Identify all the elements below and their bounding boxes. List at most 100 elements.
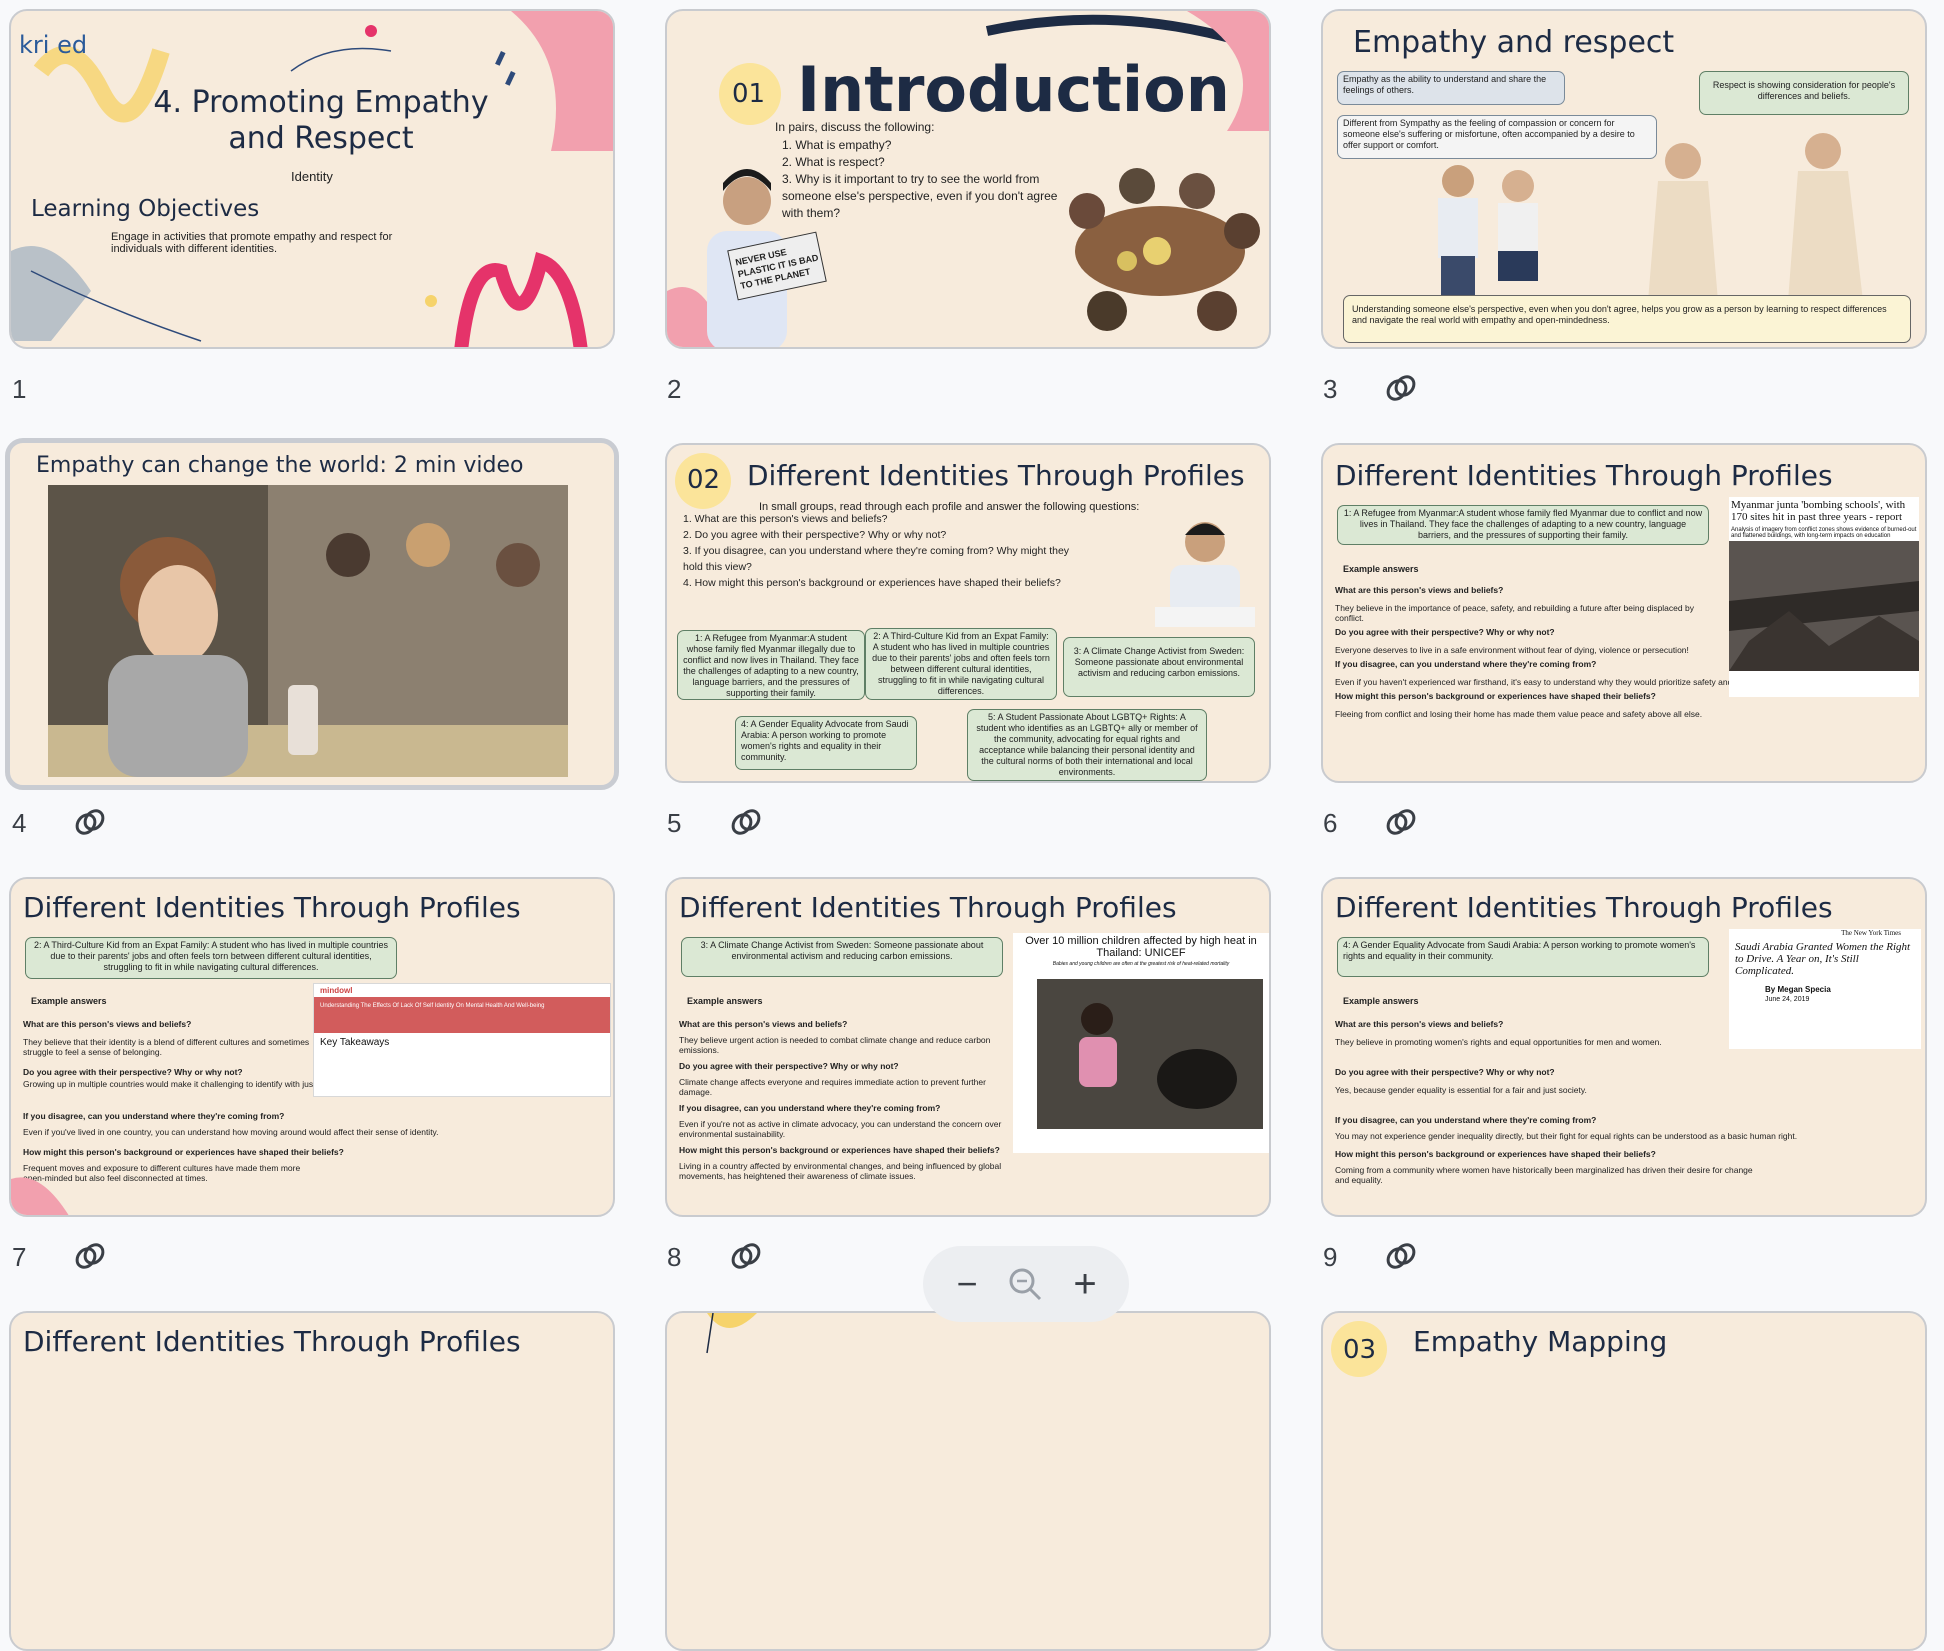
example-label: Example answers (687, 996, 763, 1006)
slide-heading: Learning Objectives (31, 196, 260, 222)
profile-card-4: 4: A Gender Equality Advocate from Saudi… (735, 716, 917, 770)
question: If you disagree, can you understand wher… (1335, 1115, 1597, 1125)
slide-title: Different Identities Through Profiles (679, 891, 1177, 924)
article-subtitle: Analysis of imagery from conflict zones … (1731, 527, 1917, 539)
link-icon[interactable] (729, 1241, 763, 1271)
profile-card: 4: A Gender Equality Advocate from Saudi… (1337, 937, 1709, 977)
decorative-shapes (11, 1177, 69, 1215)
slide-title: Different Identities Through Profiles (1335, 891, 1833, 924)
news-clipping: Myanmar junta 'bombing schools', with 17… (1729, 497, 1919, 697)
profile-card: 1: A Refugee from Myanmar:A student whos… (1337, 505, 1709, 545)
student-writing-image (1155, 522, 1255, 627)
answer: Fleeing from conflict and losing their h… (1335, 709, 1703, 719)
question-answer-list: What are this person's views and beliefs… (679, 1019, 1019, 1181)
profile-card: 3: A Climate Change Activist from Sweden… (681, 937, 1003, 977)
zoom-out-button[interactable]: − (945, 1262, 989, 1306)
slide-number: 3 (1323, 374, 1338, 404)
students-image (1438, 165, 1538, 296)
slide-title: Empathy and respect (1353, 25, 1675, 60)
slide-thumbnail-5[interactable]: 02 Different Identities Through Profiles… (665, 443, 1271, 783)
family-meal-image (1069, 168, 1260, 331)
question: What are this person's views and beliefs… (1335, 585, 1504, 595)
slide-number: 6 (1323, 808, 1338, 838)
question: Do you agree with their perspective? Why… (1335, 1067, 1555, 1077)
article-title: Saudi Arabia Granted Women the Right to … (1735, 941, 1911, 977)
slide-thumbnail-9[interactable]: Different Identities Through Profiles 4:… (1321, 877, 1927, 1217)
slide-number: 8 (667, 1242, 682, 1272)
article-subtitle: Babies and young children are often at t… (1052, 961, 1230, 967)
profile-card-1: 1: A Refugee from Myanmar:A student whos… (677, 630, 865, 700)
question-list: 1. What is empathy? 2. What is respect? … (782, 137, 1082, 222)
article-title: Over 10 million children affected by hig… (1025, 935, 1257, 959)
question: Do you agree with their perspective? Why… (679, 1061, 899, 1071)
question-1: 1. What is empathy? (782, 138, 892, 152)
slide-thumbnail-6[interactable]: Different Identities Through Profiles 1:… (1321, 443, 1927, 783)
question-4: 4. How might this person's background or… (683, 577, 1061, 589)
slide-thumbnail-8[interactable]: Different Identities Through Profiles 3:… (665, 877, 1271, 1217)
slide-number: 7 (12, 1242, 27, 1272)
profile-card-3: 3: A Climate Change Activist from Sweden… (1063, 637, 1255, 697)
slide-title: Empathy can change the world: 2 min vide… (36, 453, 524, 478)
question: If you disagree, can you understand wher… (1335, 659, 1597, 669)
link-icon[interactable] (73, 1241, 107, 1271)
slide-thumbnail-11[interactable] (665, 1311, 1271, 1651)
news-clipping: Over 10 million children affected by hig… (1013, 933, 1269, 1153)
slide-thumbnail-3[interactable]: Empathy and respect Empathy as the abili… (1321, 9, 1927, 349)
slide-thumbnail-7[interactable]: Different Identities Through Profiles 2:… (9, 877, 615, 1217)
bombed-school-image (1729, 541, 1919, 671)
slide-body: Engage in activities that promote empath… (111, 231, 393, 255)
question: What are this person's views and beliefs… (679, 1019, 848, 1029)
example-label: Example answers (1343, 564, 1419, 574)
question: If you disagree, can you understand wher… (679, 1103, 941, 1113)
link-icon[interactable] (729, 807, 763, 837)
child-in-heat-image (1037, 979, 1263, 1129)
slide-intro: In pairs, discuss the following: (775, 120, 935, 134)
question: How might this person's background or ex… (1335, 1149, 1656, 1159)
sympathy-definition-box: Different from Sympathy as the feeling o… (1337, 115, 1657, 159)
question-3: 3. If you disagree, can you understand w… (683, 545, 1070, 573)
answer: They believe urgent action is needed to … (679, 1035, 991, 1055)
link-icon[interactable] (73, 807, 107, 837)
answer: Everyone deserves to live in a safe envi… (1335, 645, 1689, 655)
article-date: June 24, 2019 (1765, 996, 1810, 1003)
slide-thumbnail-10[interactable]: Different Identities Through Profiles (9, 1311, 615, 1651)
slide-thumbnail-1[interactable]: kri ed 4. Promoting Empathy and Respect … (9, 9, 615, 349)
decorative-shapes (706, 1313, 757, 1354)
zoom-reset-button[interactable] (1003, 1262, 1047, 1306)
question-3: 3. Why is it important to try to see the… (782, 172, 1058, 220)
link-icon[interactable] (1384, 1241, 1418, 1271)
section-number: 02 (687, 465, 721, 495)
zoom-in-button[interactable]: + (1063, 1262, 1107, 1306)
article-title: Myanmar junta 'bombing schools', with 17… (1731, 499, 1906, 523)
link-icon[interactable] (1384, 373, 1418, 403)
section-number: 01 (732, 79, 766, 109)
question-1: 1. What are this person's views and beli… (683, 513, 888, 525)
profile-card-5: 5: A Student Passionate About LGBTQ+ Rig… (967, 709, 1207, 781)
profile-card-2: 2: A Third-Culture Kid from an Expat Fam… (865, 628, 1057, 700)
answer: Coming from a community where women have… (1335, 1165, 1753, 1185)
question-list: 1. What are this person's views and beli… (683, 511, 1073, 591)
slide-thumbnail-12[interactable]: 03 Empathy Mapping (1321, 1311, 1927, 1651)
newspaper-name: The New York Times (1841, 929, 1901, 937)
bowing-women-image (1648, 133, 1863, 301)
question-answer-list: What are this person's views and beliefs… (1335, 585, 1765, 719)
example-label: Example answers (1343, 996, 1419, 1006)
slide-title: 4. Promoting Empathy and Respect (153, 85, 489, 156)
video-thumbnail-image[interactable] (48, 485, 568, 777)
slide-title: Different Identities Through Profiles (1335, 459, 1833, 492)
plus-icon: + (1073, 1262, 1097, 1306)
perspective-summary-box: Understanding someone else's perspective… (1343, 295, 1911, 343)
answer: Yes, because gender equality is essentia… (1335, 1085, 1587, 1095)
slide-title: Empathy Mapping (1413, 1325, 1668, 1358)
question: How might this person's background or ex… (679, 1145, 1000, 1155)
link-icon[interactable] (1384, 807, 1418, 837)
answer: They believe in the importance of peace,… (1335, 603, 1694, 623)
slide-thumbnail-4[interactable]: Empathy can change the world: 2 min vide… (5, 438, 619, 790)
section-number: 03 (1343, 1335, 1377, 1365)
slide-title: Different Identities Through Profiles (747, 459, 1245, 492)
slide-subtitle: Identity (291, 169, 333, 184)
news-clipping: The New York Times Saudi Arabia Granted … (1729, 929, 1921, 1049)
slide-thumbnail-2[interactable]: 01 Introduction In pairs, discuss the fo… (665, 9, 1271, 349)
minus-icon: − (956, 1263, 978, 1304)
magnifier-icon (1009, 1268, 1042, 1301)
